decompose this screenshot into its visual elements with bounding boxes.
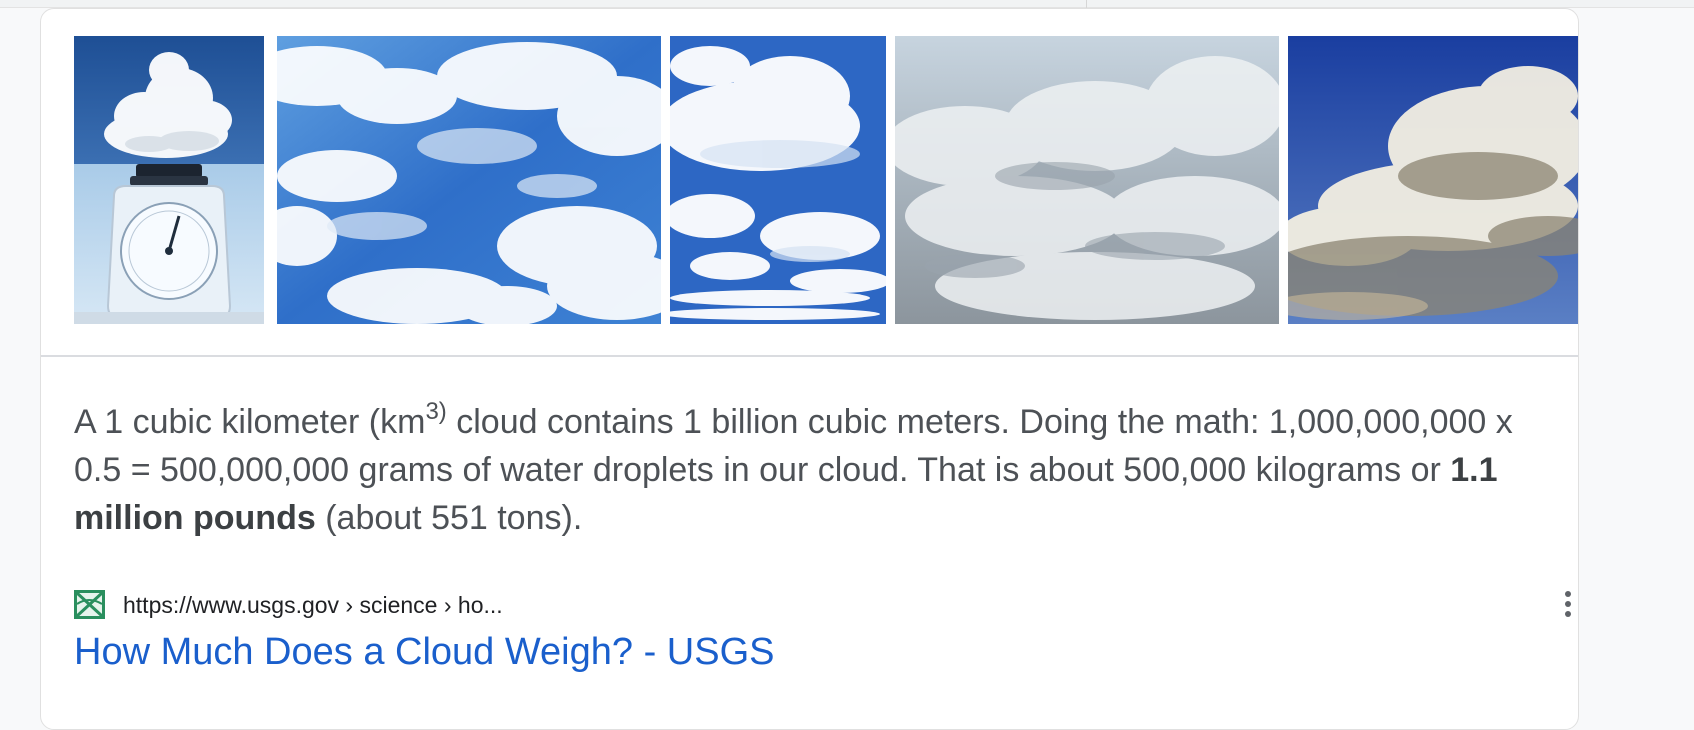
page-top-bar <box>0 0 1694 8</box>
storm-cloud-image[interactable] <box>1288 36 1578 324</box>
source-url[interactable]: https://www.usgs.gov › science › ho... <box>123 592 503 619</box>
grey-cloudscape-image[interactable] <box>895 36 1279 324</box>
blue-sky-clouds-image[interactable] <box>277 36 661 324</box>
snippet-text: A 1 cubic kilometer (km3) cloud contains… <box>74 398 1514 542</box>
snippet-part-3: (about 551 tons). <box>315 499 583 537</box>
top-divider <box>1086 0 1087 8</box>
featured-snippet-card: A 1 cubic kilometer (km3) cloud contains… <box>40 8 1579 730</box>
cloud-on-scale-image[interactable] <box>74 36 264 324</box>
snippet-superscript: 3) <box>425 398 447 425</box>
more-vertical-icon[interactable] <box>1561 589 1575 619</box>
image-strip-divider <box>41 355 1578 357</box>
snippet-part-1: A 1 cubic kilometer (km <box>74 403 426 441</box>
source-row: https://www.usgs.gov › science › ho... <box>74 589 1571 619</box>
result-title-link[interactable]: How Much Does a Cloud Weigh? - USGS <box>74 631 774 674</box>
usgs-favicon <box>74 590 105 619</box>
cumulus-clouds-image[interactable] <box>670 36 886 324</box>
image-strip <box>74 36 1578 324</box>
